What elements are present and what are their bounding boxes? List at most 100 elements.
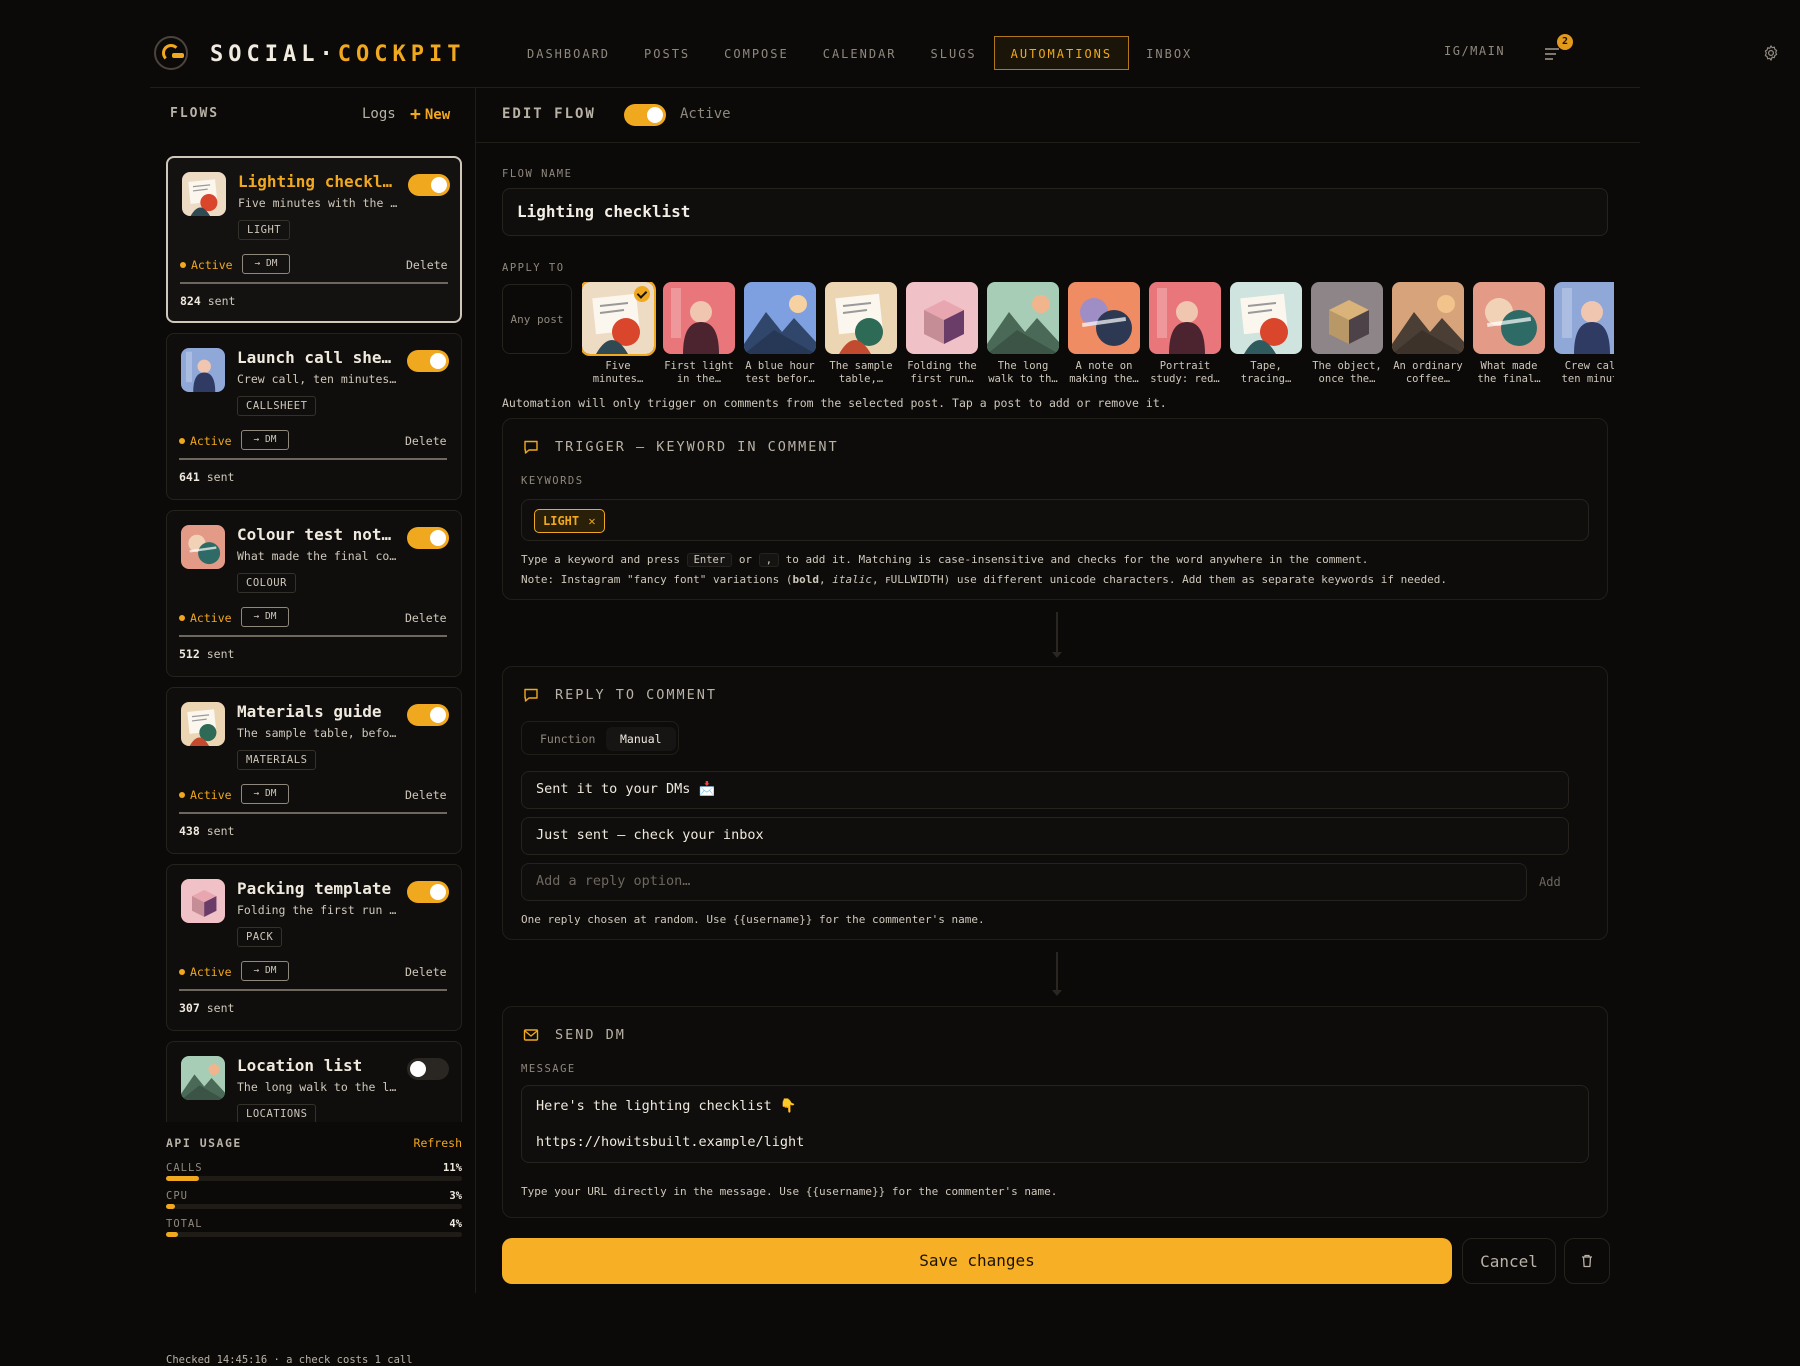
add-reply-button[interactable]: Add — [1539, 875, 1561, 889]
tab-function[interactable]: Function — [526, 727, 609, 751]
status-dot — [179, 969, 185, 975]
any-post-option[interactable]: Any post — [502, 284, 572, 354]
gear-icon[interactable] — [1762, 44, 1780, 62]
post-option[interactable]: Five minutes… — [582, 282, 656, 386]
post-caption-line: the final… — [1477, 373, 1541, 385]
post-thumbnail — [1554, 282, 1614, 354]
brand-part-accent: COCKPIT — [337, 42, 466, 67]
message-label: MESSAGE — [521, 1063, 576, 1075]
reply-option[interactable]: Just sent — check your inbox — [521, 817, 1569, 855]
remove-keyword-icon[interactable]: ✕ — [588, 514, 595, 528]
mail-icon — [523, 1029, 539, 1041]
meter-label: TOTAL — [166, 1218, 203, 1230]
flow-connector — [1052, 612, 1062, 658]
flow-enabled-toggle[interactable] — [408, 174, 450, 196]
flow-enabled-toggle[interactable] — [407, 881, 449, 903]
flow-enabled-toggle[interactable] — [407, 527, 449, 549]
flow-thumbnail — [181, 879, 225, 923]
account-switcher[interactable]: IG/MAIN — [1444, 44, 1505, 58]
flow-card[interactable]: Lighting checkl… Five minutes with the …… — [166, 156, 462, 323]
flows-sidebar: FLOWS Logs + New Lighting checkl… Five mi… — [150, 88, 476, 1366]
post-option[interactable]: The long walk to th… — [987, 282, 1059, 386]
flow-description: Five minutes with the … — [238, 196, 398, 210]
nav-automations[interactable]: AUTOMATIONS — [993, 36, 1130, 70]
enter-key: Enter — [686, 553, 733, 567]
post-option[interactable]: The sample table,… — [825, 282, 897, 386]
brand-logo[interactable]: SOCIAL·COCKPIT — [210, 42, 465, 67]
post-caption-line: What made — [1480, 360, 1538, 372]
flow-description: Folding the first run … — [237, 903, 397, 917]
logs-link[interactable]: Logs — [362, 106, 396, 122]
delete-flow-link[interactable]: Delete — [405, 788, 447, 802]
nav-calendar[interactable]: CALENDAR — [806, 36, 914, 70]
flow-card[interactable]: Location list The long walk to the l… LO… — [166, 1041, 462, 1122]
delete-flow-button[interactable] — [1564, 1238, 1610, 1284]
flow-status: Active — [179, 788, 232, 802]
flow-card[interactable]: Packing template Folding the first run …… — [166, 864, 462, 1031]
post-option[interactable]: Portrait study: red… — [1149, 282, 1221, 386]
delete-flow-link[interactable]: Delete — [405, 434, 447, 448]
sent-count-label: sent — [206, 1001, 235, 1015]
hint-text: or — [738, 553, 753, 566]
sent-count-label: sent — [207, 294, 236, 308]
flow-enabled-toggle[interactable] — [407, 1058, 449, 1080]
flow-enabled-toggle[interactable] — [407, 350, 449, 372]
post-option[interactable]: Tape, tracing… — [1230, 282, 1302, 386]
dm-message-input[interactable]: Here's the lighting checklist 👇 https://… — [521, 1085, 1589, 1163]
delete-flow-link[interactable]: Delete — [405, 611, 447, 625]
add-reply-input[interactable]: Add a reply option… — [521, 863, 1527, 901]
keywords-input[interactable]: LIGHT ✕ — [521, 499, 1589, 541]
sent-count: 824 sent — [180, 294, 235, 308]
flow-active-toggle[interactable] — [624, 104, 666, 126]
post-caption: Crew cal ten minut — [1554, 360, 1614, 386]
flow-status: Active — [180, 258, 233, 272]
toggle-knob — [431, 177, 447, 193]
flow-card[interactable]: Colour test not… What made the final co…… — [166, 510, 462, 677]
flow-list[interactable]: Lighting checkl… Five minutes with the …… — [166, 156, 462, 1122]
post-option[interactable]: A note on making the… — [1068, 282, 1140, 386]
divider — [179, 989, 447, 991]
delete-flow-link[interactable]: Delete — [406, 258, 448, 272]
post-option[interactable]: A blue hour test befor… — [744, 282, 816, 386]
post-caption-line: Five — [605, 360, 631, 372]
edit-flow-heading: EDIT FLOW — [502, 106, 596, 122]
nav-posts[interactable]: POSTS — [627, 36, 707, 70]
post-option[interactable]: The object, once the… — [1311, 282, 1383, 386]
trigger-section: TRIGGER — KEYWORD IN COMMENT KEYWORDS LI… — [502, 418, 1608, 600]
reply-option[interactable]: Sent it to your DMs 📩 — [521, 771, 1569, 809]
note-text: Note: Instagram "fancy font" variations … — [521, 573, 793, 586]
nav-inbox[interactable]: INBOX — [1129, 36, 1209, 70]
flow-name-input[interactable]: Lighting checklist — [502, 188, 1608, 236]
post-caption-line: ten minut — [1561, 373, 1614, 385]
post-option[interactable]: Folding the first run… — [906, 282, 978, 386]
flow-card[interactable]: Materials guide The sample table, befo… … — [166, 687, 462, 854]
flow-editor: EDIT FLOW Active FLOW NAME Lighting chec… — [476, 88, 1640, 1293]
new-flow-button[interactable]: + New — [410, 104, 450, 125]
post-option[interactable]: Crew cal ten minut — [1554, 282, 1614, 386]
cancel-button[interactable]: Cancel — [1462, 1238, 1556, 1284]
post-option[interactable]: An ordinary coffee… — [1392, 282, 1464, 386]
refresh-button[interactable]: Refresh — [414, 1136, 462, 1150]
post-caption-line: A note on — [1075, 360, 1133, 372]
sent-count-value: 641 — [179, 470, 200, 484]
nav-dashboard[interactable]: DASHBOARD — [510, 36, 627, 70]
nav-slugs[interactable]: SLUGS — [914, 36, 994, 70]
nav-compose[interactable]: COMPOSE — [707, 36, 806, 70]
toggle-knob — [430, 530, 446, 546]
post-thumbnail — [744, 282, 816, 354]
flow-title: Colour test not… — [237, 525, 392, 544]
flow-thumbnail — [181, 348, 225, 392]
post-option[interactable]: First light in the… — [663, 282, 735, 386]
post-caption-line: tracing… — [1240, 373, 1292, 385]
check-icon — [634, 286, 650, 302]
flow-enabled-toggle[interactable] — [407, 704, 449, 726]
save-button[interactable]: Save changes — [502, 1238, 1452, 1284]
delete-flow-link[interactable]: Delete — [405, 965, 447, 979]
flow-title: Lighting checkl… — [238, 172, 393, 191]
usage-meter-cpu: CPU 3% — [166, 1190, 462, 1209]
dm-action-badge: → DM — [241, 961, 289, 981]
post-option[interactable]: What made the final… — [1473, 282, 1545, 386]
meter-fill — [166, 1232, 178, 1237]
tab-manual[interactable]: Manual — [606, 727, 676, 751]
flow-card[interactable]: Launch call she… Crew call, ten minutes…… — [166, 333, 462, 500]
